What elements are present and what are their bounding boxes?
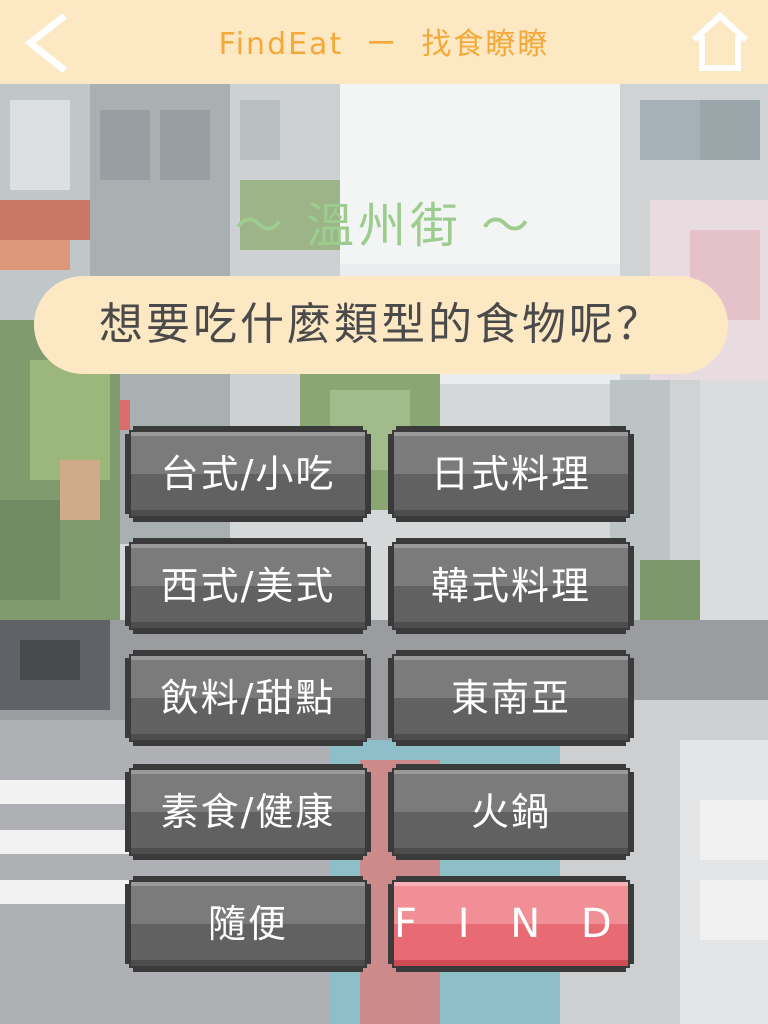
- street-name-heading: ～ 溫州街 ～: [234, 198, 534, 254]
- category-label: 火鍋: [470, 790, 551, 834]
- category-label: 台式/小吃: [160, 452, 336, 496]
- app-header: FindEat ー 找食瞭瞭: [0, 0, 768, 84]
- category-button-drinks-desserts[interactable]: 飲料/甜點: [125, 650, 371, 746]
- category-button-vegetarian[interactable]: 素食/健康: [125, 764, 371, 860]
- category-button-korean[interactable]: 韓式料理: [388, 538, 634, 634]
- category-label: 東南亞: [450, 676, 571, 720]
- question-text: 想要吃什麼類型的食物呢？: [99, 299, 663, 350]
- category-button-taiwanese[interactable]: 台式/小吃: [125, 426, 371, 522]
- category-button-southeast-asian[interactable]: 東南亞: [388, 650, 634, 746]
- find-button-label: F I N D !: [394, 901, 683, 947]
- category-label: 素食/健康: [160, 790, 336, 834]
- category-label: 飲料/甜點: [160, 676, 336, 720]
- find-button[interactable]: F I N D !: [388, 876, 634, 972]
- category-label: 隨便: [207, 902, 288, 946]
- category-label: 日式料理: [430, 452, 591, 496]
- category-button-anything[interactable]: 隨便: [125, 876, 371, 972]
- category-button-hotpot[interactable]: 火鍋: [388, 764, 634, 860]
- category-label: 韓式料理: [430, 564, 591, 608]
- app-title: FindEat ー 找食瞭瞭: [218, 27, 550, 62]
- category-button-japanese[interactable]: 日式料理: [388, 426, 634, 522]
- category-button-western[interactable]: 西式/美式: [125, 538, 371, 634]
- street-background-image: [0, 84, 768, 1024]
- question-bubble: 想要吃什麼類型的食物呢？: [34, 276, 728, 374]
- home-button[interactable]: [690, 10, 750, 72]
- home-icon: [691, 11, 749, 71]
- category-label: 西式/美式: [160, 564, 336, 608]
